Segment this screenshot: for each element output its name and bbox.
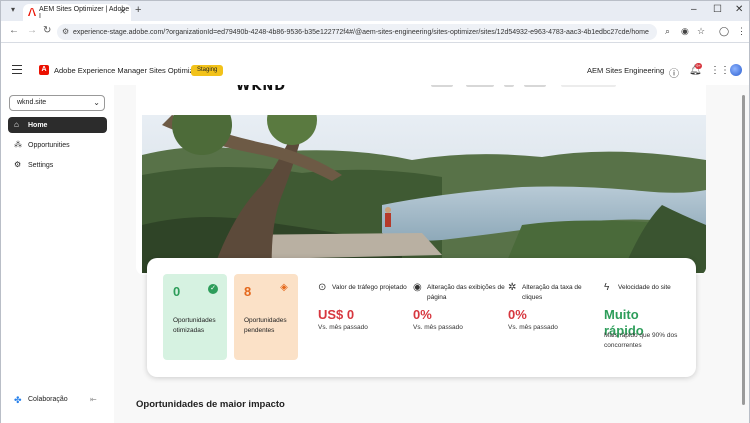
adobe-logo-icon: A: [39, 65, 49, 75]
sidebar: wknd.site ⌄ ⌂ Home ⁂ Opportunities ⚙ Set…: [1, 85, 114, 423]
browser-tab[interactable]: AEM Sites Optimizer | Adobe I ✕: [23, 4, 131, 21]
site-preview: WKND: [136, 85, 706, 275]
site-selector[interactable]: wknd.site ⌄: [9, 95, 105, 111]
collaboration-label: Colaboração: [28, 396, 68, 403]
site-selector-value: wknd.site: [17, 99, 47, 106]
clicks-sub: Vs. mês passado: [508, 324, 558, 331]
pending-opportunities-tile[interactable]: 8 ◈ Oportunidades pendentes: [234, 274, 298, 360]
help-icon[interactable]: ⓘ: [669, 65, 679, 80]
chevron-down-icon: ⌄: [93, 98, 100, 107]
tab-strip: ▾ AEM Sites Optimizer | Adobe I ✕ + – ☐ …: [1, 1, 749, 21]
back-icon[interactable]: ←: [9, 25, 19, 36]
app-switcher-grid-icon[interactable]: ⋮⋮: [710, 65, 730, 76]
tab-close-icon[interactable]: ✕: [119, 7, 126, 16]
site-info-icon[interactable]: ⚙: [62, 27, 69, 36]
pageviews-value: 0%: [413, 307, 432, 322]
bookmark-star-icon[interactable]: ☆: [697, 26, 705, 37]
lightning-icon: ϟ: [604, 282, 610, 293]
pending-label: Oportunidades pendentes: [244, 317, 287, 334]
address-bar: ← → ↻ ⚙ experience-stage.adobe.com/?orga…: [1, 21, 749, 43]
preview-search-box: [561, 85, 616, 87]
zoom-icon[interactable]: ⌕: [665, 26, 670, 37]
hero-photo: [142, 115, 706, 273]
environment-badge: Staging: [191, 65, 224, 76]
sidebar-item-label: Home: [28, 121, 48, 129]
section-title: Oportunidades de maior impacto: [136, 399, 285, 410]
traffic-sub: Vs. mês passado: [318, 324, 368, 331]
window-close-icon[interactable]: ✕: [735, 4, 743, 15]
notification-count-badge: 9+: [695, 63, 702, 69]
url-field[interactable]: ⚙ experience-stage.adobe.com/?organizati…: [57, 24, 657, 40]
clicks-label: Alteração da taxa de cliques: [522, 284, 582, 301]
optimized-label: Oportunidades otimizadas: [173, 317, 216, 334]
checkmark-icon: ✓: [208, 284, 218, 294]
eye-icon: ◉: [413, 282, 422, 293]
site-brand: WKND: [236, 85, 287, 94]
pending-count: 8: [244, 284, 252, 299]
stats-card: 0 ✓ Oportunidades otimizadas 8 ◈ Oportun…: [147, 258, 696, 377]
settings-gear-icon: ⚙: [14, 160, 22, 169]
minimize-icon[interactable]: –: [691, 4, 697, 15]
app-header: A Adobe Experience Manager Sites Optimiz…: [1, 57, 749, 85]
new-tab-icon[interactable]: +: [135, 4, 141, 16]
preview-nav-item: [524, 85, 546, 87]
pageviews-sub: Vs. mês passado: [413, 324, 463, 331]
tab-search-icon[interactable]: ▾: [7, 5, 19, 17]
opportunities-icon: ⁂: [14, 140, 22, 149]
page-scrollbar[interactable]: [742, 95, 745, 405]
collapse-sidebar-icon[interactable]: ⇤: [90, 395, 97, 404]
reload-icon[interactable]: ↻: [43, 25, 51, 36]
user-avatar[interactable]: [730, 64, 742, 76]
click-icon: ✲: [508, 282, 517, 293]
sidebar-item-settings[interactable]: ⚙ Settings: [8, 157, 107, 173]
preview-nav-item: [466, 85, 494, 87]
tab-title: AEM Sites Optimizer | Adobe I: [39, 5, 130, 20]
org-switcher[interactable]: AEM Sites Engineering: [587, 66, 664, 75]
optimized-opportunities-tile[interactable]: 0 ✓ Oportunidades otimizadas: [163, 274, 227, 360]
home-icon: ⌂: [14, 120, 19, 129]
traffic-label: Valor de tráfego projetado: [332, 284, 407, 291]
adobe-favicon-icon: [28, 8, 36, 16]
traffic-value: US$ 0: [318, 307, 355, 322]
alert-diamond-icon: ◈: [280, 282, 288, 293]
sidebar-item-label: Settings: [28, 161, 54, 169]
check-circle-icon: ⊙: [318, 282, 327, 293]
speed-sub: Mais rápido que 90% dos concorrentes: [604, 332, 678, 349]
tracking-icon[interactable]: ◉: [681, 26, 689, 37]
sidebar-item-label: Opportunities: [28, 141, 70, 149]
optimized-count: 0: [173, 284, 181, 299]
sidebar-item-opportunities[interactable]: ⁂ Opportunities: [8, 137, 107, 153]
url-text: experience-stage.adobe.com/?organization…: [73, 28, 649, 36]
preview-nav-item: [431, 85, 453, 87]
sidebar-item-home[interactable]: ⌂ Home: [8, 117, 107, 133]
speed-label: Velocidade do site: [618, 284, 671, 291]
main-content: WKND 0 ✓ Oportunidades otimizadas 8 ◈ Op…: [114, 85, 749, 423]
browser-window: ▾ AEM Sites Optimizer | Adobe I ✕ + – ☐ …: [0, 0, 750, 423]
clicks-value: 0%: [508, 307, 527, 322]
preview-nav-item: [504, 85, 514, 87]
browser-menu-icon[interactable]: ⋮: [737, 26, 746, 37]
collaboration-icon: ✤: [14, 395, 22, 405]
collaboration-link[interactable]: ✤ Colaboração: [14, 395, 68, 405]
hamburger-menu-icon[interactable]: [12, 65, 22, 74]
pageviews-label: Alteração das exibições de página: [427, 284, 505, 301]
maximize-icon[interactable]: ☐: [713, 4, 722, 15]
profile-icon[interactable]: ◯: [719, 26, 729, 37]
forward-icon[interactable]: →: [27, 25, 37, 36]
app-title: Adobe Experience Manager Sites Optimizer: [54, 66, 200, 75]
